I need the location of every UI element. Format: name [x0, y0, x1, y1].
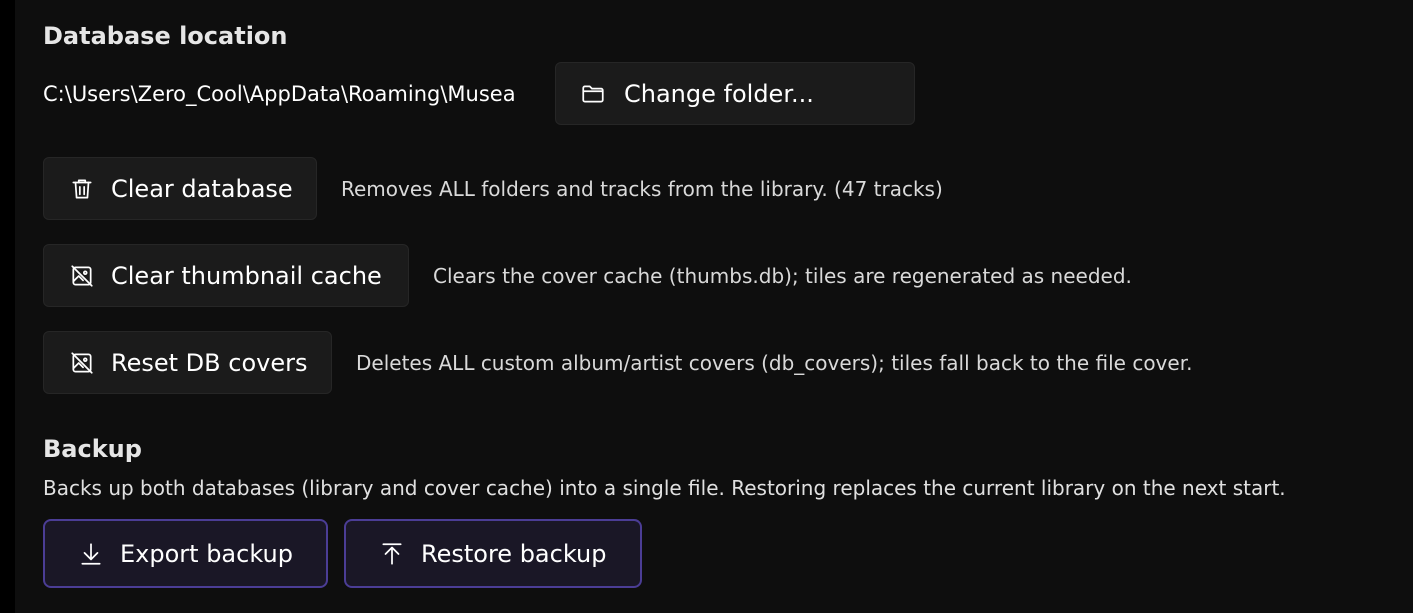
- clear-database-label: Clear database: [111, 174, 293, 203]
- clear-database-button[interactable]: Clear database: [43, 157, 317, 220]
- reset-db-covers-description: Deletes ALL custom album/artist covers (…: [356, 351, 1193, 375]
- reset-db-covers-button[interactable]: Reset DB covers: [43, 331, 332, 394]
- database-location-heading: Database location: [43, 22, 288, 50]
- upload-icon: [379, 541, 405, 567]
- download-icon: [78, 541, 104, 567]
- backup-heading: Backup: [43, 435, 142, 463]
- clear-thumbnail-cache-label: Clear thumbnail cache: [111, 261, 382, 290]
- backup-description: Backs up both databases (library and cov…: [43, 476, 1286, 500]
- restore-backup-label: Restore backup: [421, 539, 607, 568]
- trash-icon: [69, 176, 95, 202]
- clear-thumbnail-cache-description: Clears the cover cache (thumbs.db); tile…: [433, 264, 1132, 288]
- export-backup-label: Export backup: [120, 539, 293, 568]
- clear-database-description: Removes ALL folders and tracks from the …: [341, 177, 943, 201]
- image-off-icon: [69, 350, 95, 376]
- export-backup-button[interactable]: Export backup: [43, 519, 328, 588]
- reset-db-covers-label: Reset DB covers: [111, 348, 308, 377]
- image-off-icon: [69, 263, 95, 289]
- change-folder-label: Change folder...: [624, 79, 814, 108]
- folder-icon: [580, 81, 606, 107]
- change-folder-button[interactable]: Change folder...: [555, 62, 915, 125]
- database-path: C:\Users\Zero_Cool\AppData\Roaming\Musea: [43, 82, 516, 106]
- clear-thumbnail-cache-button[interactable]: Clear thumbnail cache: [43, 244, 409, 307]
- restore-backup-button[interactable]: Restore backup: [344, 519, 642, 588]
